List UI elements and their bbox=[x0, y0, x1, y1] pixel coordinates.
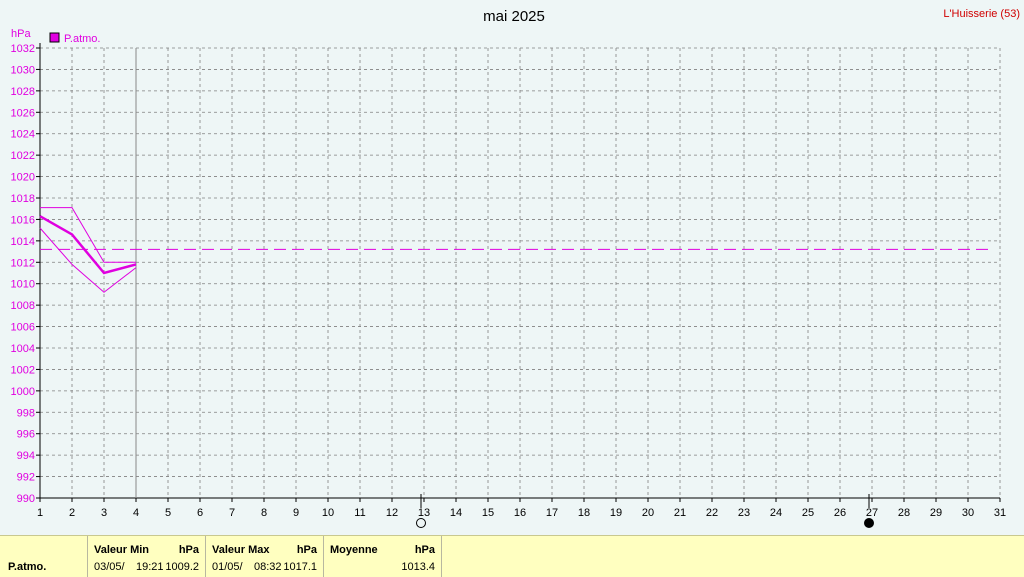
stats-avg-cell: Moyenne hPa 1013.4 bbox=[324, 536, 442, 577]
min-date: 03/05/ bbox=[94, 561, 125, 573]
y-tick-label: 1002 bbox=[11, 364, 35, 376]
avg-value: 1013.4 bbox=[401, 561, 435, 573]
avg-unit: hPa bbox=[414, 544, 435, 556]
max-unit: hPa bbox=[296, 544, 317, 556]
avg-header: Moyenne bbox=[330, 544, 378, 556]
y-tick-label: 1026 bbox=[11, 107, 35, 119]
x-tick-label: 20 bbox=[642, 507, 654, 519]
x-tick-label: 7 bbox=[229, 507, 235, 519]
x-tick-label: 1 bbox=[37, 507, 43, 519]
y-tick-label: 1020 bbox=[11, 172, 35, 184]
stats-min-cell: Valeur Min hPa 03/05/ 19:21 1009.2 bbox=[88, 536, 206, 577]
pressure-chart: 9909929949969981000100210041006100810101… bbox=[11, 8, 1020, 528]
y-tick-label: 1030 bbox=[11, 64, 35, 76]
y-tick-label: 1032 bbox=[11, 43, 35, 55]
y-tick-label: 996 bbox=[17, 429, 35, 441]
min-value: 1009.2 bbox=[165, 561, 199, 573]
x-tick-label: 9 bbox=[293, 507, 299, 519]
stats-row-label-cell: P.atmo. bbox=[0, 536, 88, 577]
min-unit: hPa bbox=[178, 544, 199, 556]
new-moon-icon bbox=[864, 518, 874, 528]
legend-swatch bbox=[49, 32, 60, 43]
x-tick-label: 29 bbox=[930, 507, 942, 519]
x-tick-label: 18 bbox=[578, 507, 590, 519]
x-tick-label: 5 bbox=[165, 507, 171, 519]
x-tick-label: 25 bbox=[802, 507, 814, 519]
x-tick-label: 24 bbox=[770, 507, 782, 519]
y-tick-label: 992 bbox=[17, 472, 35, 484]
y-tick-label: 1018 bbox=[11, 193, 35, 205]
chart-title: mai 2025 bbox=[483, 8, 545, 25]
x-tick-label: 27 bbox=[866, 507, 878, 519]
full-moon-icon bbox=[416, 518, 426, 528]
x-tick-label: 8 bbox=[261, 507, 267, 519]
y-tick-label: 1008 bbox=[11, 300, 35, 312]
x-tick-label: 13 bbox=[418, 507, 430, 519]
stats-table: P.atmo. Valeur Min hPa 03/05/ 19:21 1009… bbox=[0, 535, 1024, 577]
x-tick-label: 4 bbox=[133, 507, 139, 519]
x-tick-label: 6 bbox=[197, 507, 203, 519]
y-tick-label: 1000 bbox=[11, 386, 35, 398]
x-tick-label: 23 bbox=[738, 507, 750, 519]
x-tick-label: 3 bbox=[101, 507, 107, 519]
stats-max-cell: Valeur Max hPa 01/05/ 08:32 1017.1 bbox=[206, 536, 324, 577]
y-tick-label: 1004 bbox=[11, 343, 35, 355]
y-tick-label: 1028 bbox=[11, 86, 35, 98]
x-tick-label: 26 bbox=[834, 507, 846, 519]
max-time: 08:32 bbox=[254, 561, 282, 573]
x-tick-label: 11 bbox=[354, 507, 365, 519]
x-tick-label: 17 bbox=[546, 507, 558, 519]
x-tick-label: 12 bbox=[386, 507, 398, 519]
y-tick-label: 1016 bbox=[11, 214, 35, 226]
y-tick-label: 998 bbox=[17, 407, 35, 419]
x-tick-label: 31 bbox=[994, 507, 1006, 519]
max-date: 01/05/ bbox=[212, 561, 243, 573]
y-tick-label: 1014 bbox=[11, 236, 35, 248]
x-tick-label: 22 bbox=[706, 507, 718, 519]
x-tick-label: 30 bbox=[962, 507, 974, 519]
station-name: L'Huisserie (53) bbox=[943, 8, 1020, 20]
y-tick-label: 1006 bbox=[11, 322, 35, 334]
y-tick-label: 1022 bbox=[11, 150, 35, 162]
min-header: Valeur Min bbox=[94, 544, 150, 556]
x-tick-label: 2 bbox=[69, 507, 75, 519]
stats-row-label: P.atmo. bbox=[8, 561, 47, 573]
y-tick-label: 994 bbox=[17, 450, 35, 462]
max-header: Valeur Max bbox=[212, 544, 270, 556]
min-time: 19:21 bbox=[136, 561, 164, 573]
y-tick-label: 1012 bbox=[11, 257, 35, 269]
series-min-line bbox=[39, 227, 137, 293]
x-tick-label: 28 bbox=[898, 507, 910, 519]
x-tick-label: 16 bbox=[514, 507, 526, 519]
y-tick-label: 990 bbox=[17, 493, 35, 505]
max-value: 1017.1 bbox=[283, 561, 317, 573]
x-tick-label: 21 bbox=[674, 507, 686, 519]
x-tick-label: 10 bbox=[322, 507, 334, 519]
y-tick-label: 1010 bbox=[11, 279, 35, 291]
y-tick-label: 1024 bbox=[11, 129, 35, 141]
x-tick-label: 14 bbox=[450, 507, 462, 519]
y-axis-label: hPa bbox=[11, 28, 31, 40]
x-tick-label: 19 bbox=[610, 507, 622, 519]
x-tick-label: 15 bbox=[482, 507, 494, 519]
legend-label: P.atmo. bbox=[64, 33, 101, 45]
